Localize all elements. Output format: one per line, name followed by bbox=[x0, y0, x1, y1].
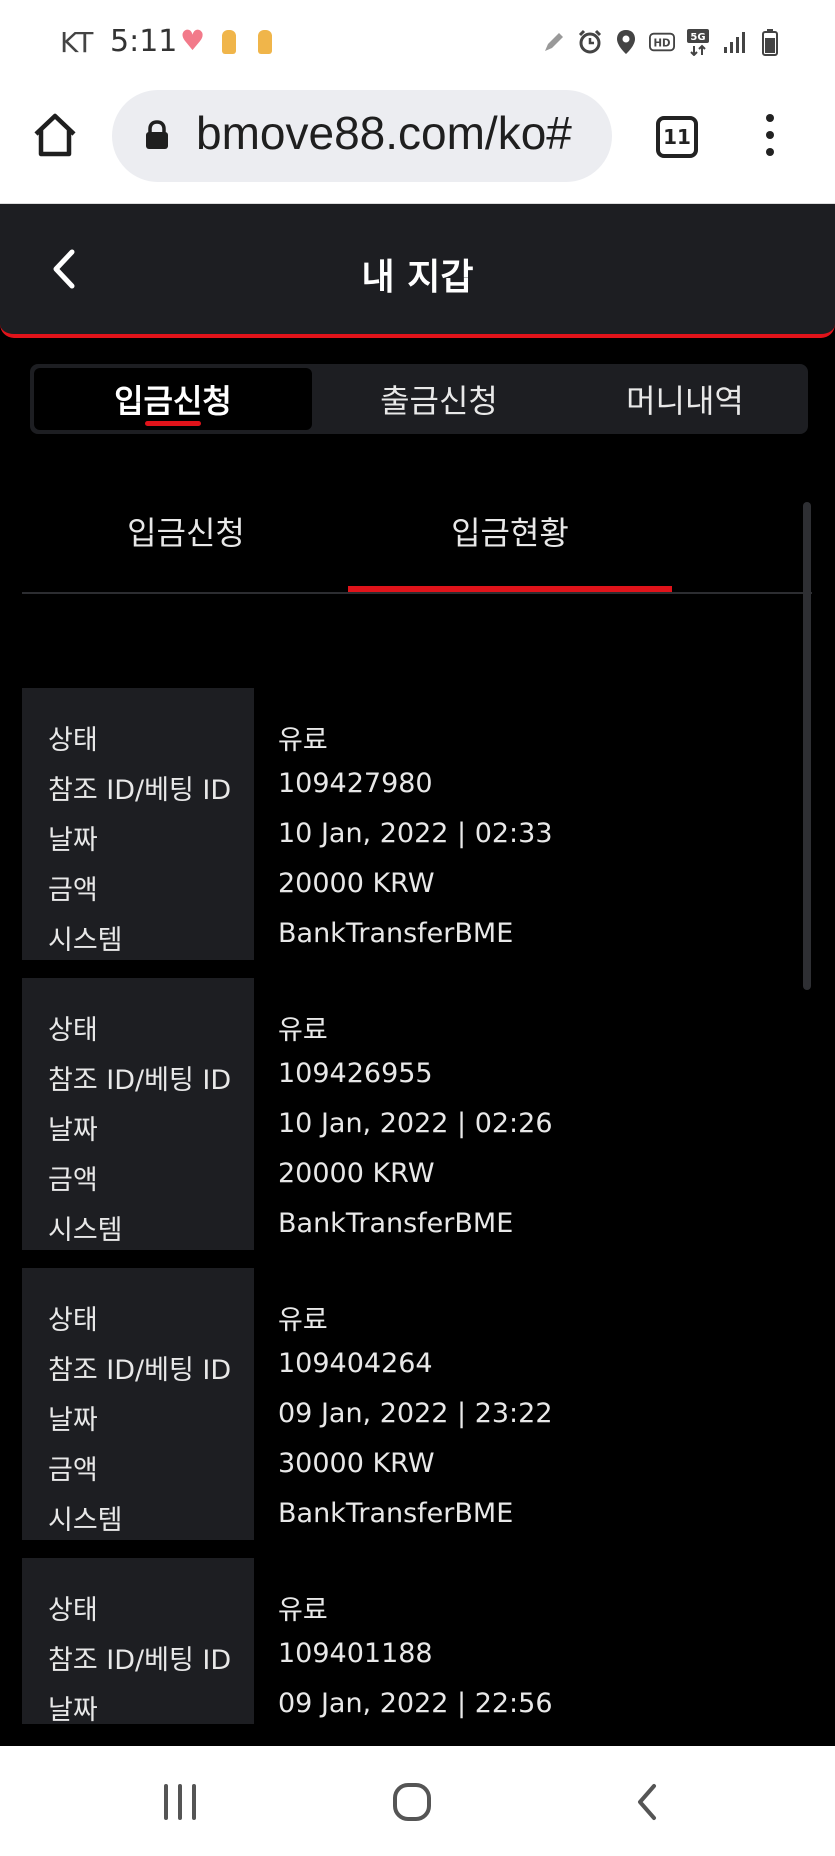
tab-deposit-request[interactable]: 입금신청 bbox=[34, 368, 312, 430]
home-icon bbox=[34, 113, 76, 157]
label-system: 시스템 bbox=[48, 1215, 123, 1246]
label-ref-id: 참조 ID/베팅 ID bbox=[48, 775, 232, 806]
home-nav-button[interactable] bbox=[390, 1780, 434, 1824]
home-button[interactable] bbox=[30, 110, 80, 160]
scrollbar[interactable] bbox=[803, 502, 811, 990]
lock-icon bbox=[146, 120, 168, 149]
value-ref-id: 109427980 bbox=[278, 768, 433, 799]
value-ref-id: 109404264 bbox=[278, 1348, 433, 1379]
wallet-tabs: 입금신청 출금신청 머니내역 bbox=[30, 364, 808, 434]
label-system: 시스템 bbox=[48, 1505, 123, 1536]
label-ref-id: 참조 ID/베팅 ID bbox=[48, 1645, 232, 1676]
value-ref-id: 109401188 bbox=[278, 1638, 433, 1669]
clock-time: 5:11 bbox=[110, 24, 178, 59]
system-navigation-bar bbox=[0, 1746, 835, 1856]
label-date: 날짜 bbox=[48, 1115, 98, 1146]
more-menu-button[interactable] bbox=[760, 114, 780, 160]
status-icons: HD 5G bbox=[541, 28, 783, 56]
value-system: BankTransferBME bbox=[278, 1498, 514, 1529]
home-circle-icon bbox=[393, 1783, 431, 1821]
value-status: 유료 bbox=[278, 1305, 328, 1336]
tab-money-history[interactable]: 머니내역 bbox=[566, 368, 804, 430]
value-amount: 30000 KRW bbox=[278, 1448, 435, 1479]
deposit-subtabs: 입금신청 입금현황 bbox=[22, 490, 812, 594]
value-date: 10 Jan, 2022 | 02:26 bbox=[278, 1108, 553, 1139]
value-amount: 20000 KRW bbox=[278, 1158, 435, 1189]
tab-label: 머니내역 bbox=[626, 382, 744, 420]
status-bar: KT 5:11 ♥ HD 5G bbox=[0, 0, 835, 86]
notification-app-icon-2 bbox=[258, 30, 272, 54]
subtab-deposit-status[interactable]: 입금현황 bbox=[348, 508, 672, 554]
svg-text:5G: 5G bbox=[690, 32, 705, 43]
back-chevron-icon bbox=[638, 1784, 656, 1820]
alarm-icon bbox=[577, 28, 603, 56]
svg-text:HD: HD bbox=[653, 39, 670, 50]
value-date: 10 Jan, 2022 | 02:33 bbox=[278, 818, 553, 849]
deposit-record: 상태 참조 ID/베팅 ID 날짜 금액 시스템 유료 109427980 10… bbox=[22, 688, 792, 960]
value-system: BankTransferBME bbox=[278, 918, 514, 949]
tab-label: 출금신청 bbox=[380, 382, 498, 420]
hd-voice-icon: HD bbox=[649, 28, 675, 56]
label-ref-id: 참조 ID/베팅 ID bbox=[48, 1065, 232, 1096]
value-date: 09 Jan, 2022 | 23:22 bbox=[278, 1398, 553, 1429]
deposit-record: 상태 참조 ID/베팅 ID 날짜 금액 시스템 유료 109404264 09… bbox=[22, 1268, 792, 1540]
value-status: 유료 bbox=[278, 1595, 328, 1626]
deposit-record: 상태 참조 ID/베팅 ID 날짜 유료 109401188 09 Jan, 2… bbox=[22, 1558, 792, 1724]
label-status: 상태 bbox=[48, 1015, 98, 1046]
label-date: 날짜 bbox=[48, 1695, 98, 1724]
value-ref-id: 109426955 bbox=[278, 1058, 433, 1089]
label-amount: 금액 bbox=[48, 1165, 98, 1196]
value-amount: 20000 KRW bbox=[278, 868, 435, 899]
label-amount: 금액 bbox=[48, 1455, 98, 1486]
battery-icon bbox=[757, 28, 783, 56]
location-icon bbox=[613, 28, 639, 56]
deposit-record: 상태 참조 ID/베팅 ID 날짜 금액 시스템 유료 109426955 10… bbox=[22, 978, 792, 1250]
label-ref-id: 참조 ID/베팅 ID bbox=[48, 1355, 232, 1386]
tab-count: 11 bbox=[663, 125, 691, 149]
url-text: bmove88.com/ko# bbox=[196, 107, 572, 159]
notification-app-icon bbox=[222, 30, 236, 54]
value-date: 09 Jan, 2022 | 22:56 bbox=[278, 1688, 553, 1719]
network-5g-icon: 5G bbox=[685, 28, 711, 56]
value-status: 유료 bbox=[278, 1015, 328, 1046]
label-status: 상태 bbox=[48, 1305, 98, 1336]
wallet-header: 내 지갑 bbox=[0, 204, 835, 338]
heart-icon: ♥ bbox=[180, 24, 206, 57]
value-system: BankTransferBME bbox=[278, 1208, 514, 1239]
label-date: 날짜 bbox=[48, 1405, 98, 1436]
active-subtab-indicator bbox=[348, 586, 672, 592]
address-bar[interactable]: bmove88.com/ko# bbox=[112, 90, 612, 182]
page-title: 내 지갑 bbox=[361, 257, 474, 298]
recent-apps-button[interactable] bbox=[158, 1780, 202, 1824]
tab-withdrawal-request[interactable]: 출금신청 bbox=[314, 368, 564, 430]
label-date: 날짜 bbox=[48, 825, 98, 856]
signal-icon bbox=[721, 28, 747, 56]
label-system: 시스템 bbox=[48, 925, 123, 956]
pencil-icon bbox=[541, 28, 567, 56]
label-status: 상태 bbox=[48, 725, 98, 756]
back-nav-button[interactable] bbox=[626, 1780, 670, 1824]
value-status: 유료 bbox=[278, 725, 328, 756]
label-amount: 금액 bbox=[48, 875, 98, 906]
carrier-name: KT bbox=[60, 26, 94, 59]
tab-label: 입금신청 bbox=[114, 382, 232, 420]
subtab-deposit-request[interactable]: 입금신청 bbox=[24, 508, 348, 554]
tab-switcher-button[interactable]: 11 bbox=[656, 116, 698, 158]
browser-toolbar: bmove88.com/ko# 11 bbox=[0, 86, 835, 204]
recent-apps-icon bbox=[164, 1784, 196, 1820]
active-tab-indicator bbox=[145, 421, 201, 426]
label-status: 상태 bbox=[48, 1595, 98, 1626]
